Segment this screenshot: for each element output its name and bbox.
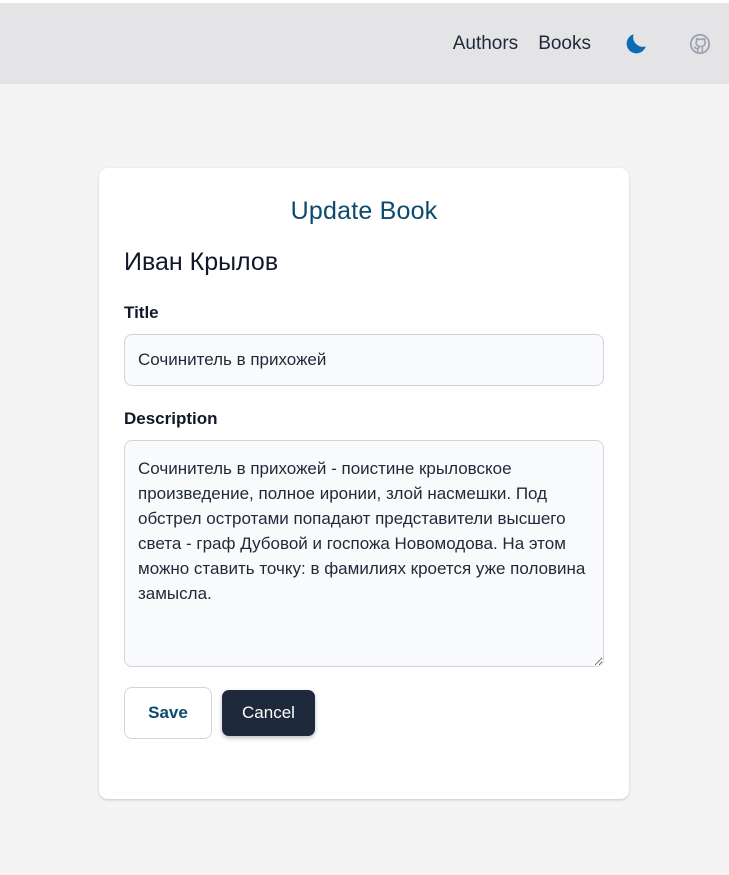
theme-toggle-button[interactable] bbox=[623, 31, 649, 57]
cancel-button[interactable]: Cancel bbox=[222, 690, 315, 736]
moon-icon bbox=[626, 33, 646, 53]
title-input[interactable] bbox=[124, 334, 604, 386]
navbar: Authors Books bbox=[0, 3, 729, 84]
github-link[interactable] bbox=[689, 33, 711, 55]
nav-link-books[interactable]: Books bbox=[538, 33, 591, 55]
nav-link-authors[interactable]: Authors bbox=[453, 33, 518, 55]
description-label: Description bbox=[124, 409, 218, 428]
description-textarea[interactable]: Сочинитель в прихожей - поистине крыловс… bbox=[124, 440, 604, 667]
author-name: Иван Крылов bbox=[124, 248, 279, 276]
form-actions: Save Cancel bbox=[124, 687, 604, 739]
update-book-card: Update Book Иван Крылов Title Descriptio… bbox=[99, 168, 629, 799]
page-title: Update Book bbox=[290, 197, 438, 225]
save-button[interactable]: Save bbox=[124, 687, 212, 739]
github-icon bbox=[689, 33, 711, 54]
title-label: Title bbox=[124, 303, 159, 322]
